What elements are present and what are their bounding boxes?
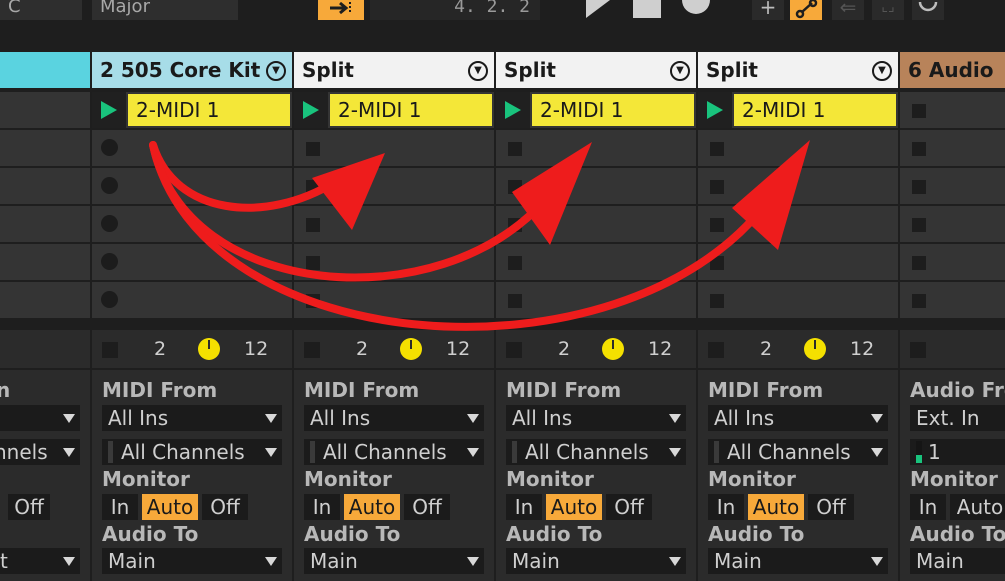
annotation-arrows — [149, 140, 810, 331]
arrow-to-split-3 — [149, 140, 810, 331]
